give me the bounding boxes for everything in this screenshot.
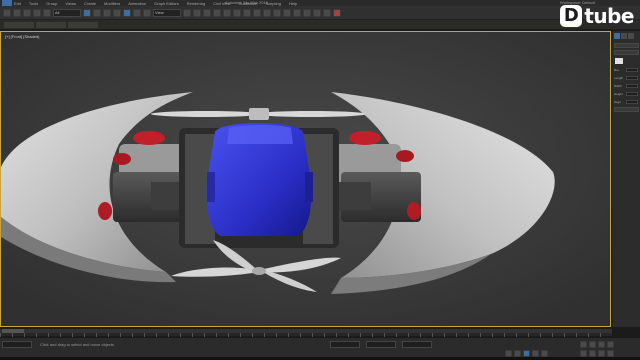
- dtube-wordmark: tube: [584, 4, 634, 28]
- go-to-start-button[interactable]: [505, 350, 512, 357]
- select-object-button[interactable]: [83, 8, 91, 17]
- param-label: Height: [614, 91, 623, 96]
- redo-button[interactable]: [13, 8, 21, 17]
- curve-editor-button[interactable]: [283, 8, 291, 17]
- next-frame-button[interactable]: [532, 350, 539, 357]
- ribbon-tab-selection[interactable]: [68, 22, 98, 28]
- window-crossing-button[interactable]: [113, 8, 121, 17]
- render-production-button[interactable]: [333, 8, 341, 17]
- material-editor-button[interactable]: [303, 8, 311, 17]
- front-viewport[interactable]: [+] [Front] [Shaded]: [0, 31, 611, 327]
- pivot-center-button[interactable]: [183, 8, 191, 17]
- zoom-all-icon[interactable]: [589, 341, 596, 348]
- select-rotate-button[interactable]: [133, 8, 141, 17]
- param-field[interactable]: [626, 75, 638, 80]
- viewport-label[interactable]: [+] [Front] [Shaded]: [5, 34, 39, 39]
- menu-item-help[interactable]: Help: [289, 1, 297, 6]
- pan-icon[interactable]: [589, 350, 596, 357]
- select-scale-button[interactable]: [143, 8, 151, 17]
- unlink-button[interactable]: [33, 8, 41, 17]
- command-panel-tabs: [613, 31, 640, 41]
- menu-item-edit[interactable]: Edit: [14, 1, 21, 6]
- param-field[interactable]: [626, 83, 638, 88]
- orbit-icon[interactable]: [598, 350, 605, 357]
- selection-region-button[interactable]: [103, 8, 111, 17]
- menu-item-views[interactable]: Views: [65, 1, 76, 6]
- ribbon-tab-freeform[interactable]: [36, 22, 66, 28]
- status-prompt: Click and drag to select and move object…: [40, 342, 115, 347]
- menu-item-animation[interactable]: Animation: [128, 1, 146, 6]
- menu-item-rendering[interactable]: Rendering: [187, 1, 205, 6]
- parameters-rollout[interactable]: [614, 107, 639, 112]
- modify-tab[interactable]: [621, 33, 627, 39]
- param-row: Width: [614, 83, 639, 88]
- x-coord-field[interactable]: [330, 341, 360, 348]
- z-coord-field[interactable]: [402, 341, 432, 348]
- param-label: Segs: [614, 99, 621, 104]
- menu-item-modifiers[interactable]: Modifiers: [104, 1, 120, 6]
- create-tab[interactable]: [614, 33, 620, 39]
- menu-item-create[interactable]: Create: [84, 1, 96, 6]
- param-row: Height: [614, 91, 639, 96]
- param-field[interactable]: [626, 99, 638, 104]
- param-row: Box: [614, 67, 639, 72]
- timeline: [0, 328, 612, 337]
- dtube-logo-icon: D: [560, 5, 583, 27]
- undo-button[interactable]: [3, 8, 11, 17]
- model-render: [1, 32, 610, 326]
- viewport-navigation: [580, 341, 614, 357]
- angle-snap-button[interactable]: [213, 8, 221, 17]
- main-toolbar: All View: [0, 6, 640, 20]
- y-coord-field[interactable]: [366, 341, 396, 348]
- playback-controls: [505, 350, 548, 357]
- render-setup-button[interactable]: [313, 8, 321, 17]
- spinner-snap-button[interactable]: [233, 8, 241, 17]
- reference-coord-dropdown[interactable]: View: [153, 8, 181, 17]
- mirror-button[interactable]: [243, 8, 251, 17]
- layer-manager-button[interactable]: [263, 8, 271, 17]
- link-button[interactable]: [23, 8, 31, 17]
- param-row: Length: [614, 75, 639, 80]
- object-color-swatch[interactable]: [615, 58, 623, 64]
- snaps-toggle-button[interactable]: [203, 8, 211, 17]
- zoom-extents-all-icon[interactable]: [607, 341, 614, 348]
- go-to-end-button[interactable]: [541, 350, 548, 357]
- blue-body: [206, 123, 313, 236]
- previous-frame-button[interactable]: [514, 350, 521, 357]
- param-row: Segs: [614, 99, 639, 104]
- param-label: Box: [614, 67, 620, 72]
- param-field[interactable]: [626, 67, 638, 72]
- ribbon-tab-modeling[interactable]: [4, 22, 34, 28]
- dtube-watermark: D tube: [560, 4, 634, 28]
- command-panel: Box Length Width Height Segs: [612, 31, 640, 327]
- schematic-view-button[interactable]: [293, 8, 301, 17]
- select-by-name-button[interactable]: [93, 8, 101, 17]
- hierarchy-tab[interactable]: [628, 33, 634, 39]
- status-bar: Click and drag to select and move object…: [0, 337, 640, 360]
- selection-filter-dropdown[interactable]: All: [53, 8, 81, 17]
- select-move-button[interactable]: [123, 8, 131, 17]
- object-type-rollout[interactable]: [614, 43, 639, 48]
- select-manipulate-button[interactable]: [193, 8, 201, 17]
- menu-item-tools[interactable]: Tools: [29, 1, 38, 6]
- zoom-icon[interactable]: [580, 341, 587, 348]
- menu-item-group[interactable]: Group: [46, 1, 57, 6]
- play-button[interactable]: [523, 350, 530, 357]
- percent-snap-button[interactable]: [223, 8, 231, 17]
- bind-space-warp-button[interactable]: [43, 8, 51, 17]
- name-and-color-rollout[interactable]: [614, 50, 639, 55]
- graphite-toggle-button[interactable]: [273, 8, 281, 17]
- zoom-extents-icon[interactable]: [598, 341, 605, 348]
- rendered-frame-window-button[interactable]: [323, 8, 331, 17]
- param-label: Width: [614, 83, 622, 88]
- param-field[interactable]: [626, 91, 638, 96]
- param-label: Length: [614, 75, 624, 80]
- ribbon: [0, 20, 640, 30]
- maximize-viewport-icon[interactable]: [607, 350, 614, 357]
- menu-item-graph-editors[interactable]: Graph Editors: [154, 1, 179, 6]
- align-button[interactable]: [253, 8, 261, 17]
- maxscript-listener[interactable]: [2, 341, 32, 348]
- field-of-view-icon[interactable]: [580, 350, 587, 357]
